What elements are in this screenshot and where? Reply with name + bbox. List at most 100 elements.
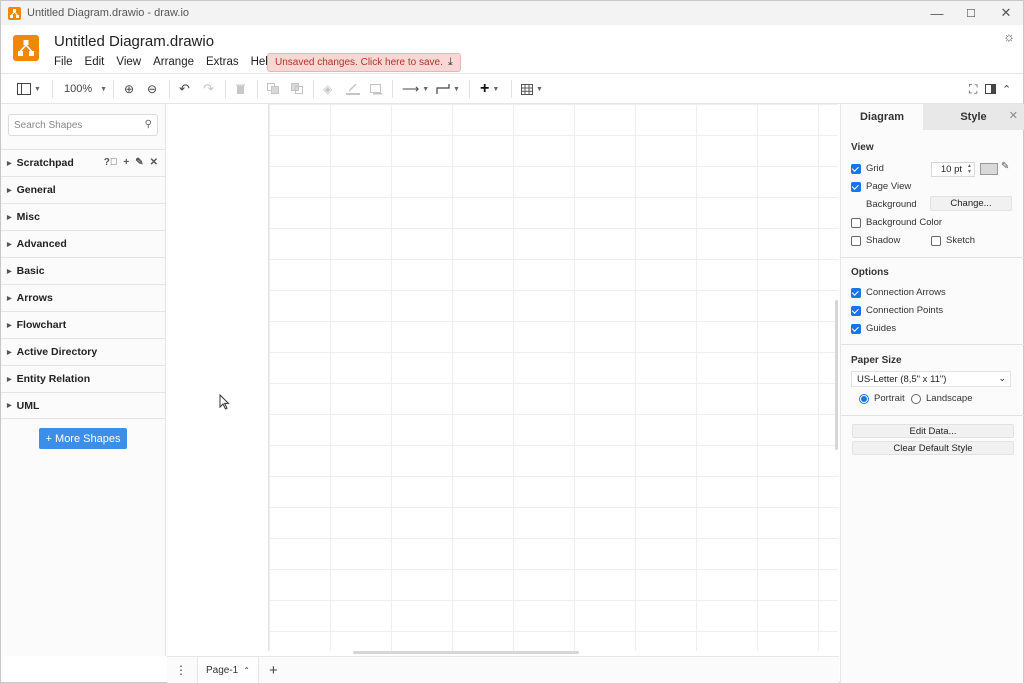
window-title: Untitled Diagram.drawio - draw.io <box>27 7 190 19</box>
format-panel-toggle[interactable]: ▼ <box>17 80 41 98</box>
to-back-icon[interactable] <box>291 80 304 98</box>
library-label: Basic <box>16 265 45 277</box>
zoom-in-icon[interactable]: ⊕ <box>124 80 134 98</box>
eyedropper-icon[interactable]: ✎ <box>1001 161 1009 172</box>
more-shapes-button[interactable]: + More Shapes <box>39 428 127 449</box>
help-icon[interactable]: ?⃝ <box>104 157 118 168</box>
page-view-label: Page View <box>866 181 912 192</box>
to-front-icon[interactable] <box>267 80 280 98</box>
connection-arrow-dropdown[interactable]: ⟶ ▼ <box>402 80 429 98</box>
redo-icon[interactable]: ↷ <box>203 80 214 98</box>
unsaved-changes-button[interactable]: Unsaved changes. Click here to save. ⤓ <box>267 53 461 72</box>
document-title[interactable]: Untitled Diagram.drawio <box>54 33 214 50</box>
guides-row[interactable]: Guides <box>851 323 896 334</box>
expand-arrow-icon: ▶ <box>7 160 12 167</box>
grid-size-input[interactable]: 10 pt ▲ ▼ <box>931 162 975 177</box>
add-icon[interactable]: + <box>123 157 129 168</box>
library-uml[interactable]: ▶ UML <box>1 392 166 419</box>
horizontal-scrollbar[interactable] <box>353 651 579 654</box>
waypoint-icon <box>436 84 450 94</box>
zoom-out-icon[interactable]: ⊖ <box>147 80 157 98</box>
guides-checkbox[interactable] <box>851 323 861 334</box>
insert-dropdown[interactable]: + ▼ <box>480 80 499 98</box>
delete-icon[interactable] <box>235 80 246 98</box>
shadow-checkbox[interactable] <box>851 235 861 246</box>
shadow-icon[interactable] <box>370 80 383 98</box>
library-flowchart[interactable]: ▶ Flowchart <box>1 311 166 338</box>
page-view-checkbox[interactable] <box>851 181 861 192</box>
edit-data-button[interactable]: Edit Data... <box>852 424 1014 438</box>
paper-size-select[interactable]: US-Letter (8,5" x 11") ⌄ <box>851 371 1011 387</box>
library-general[interactable]: ▶ General <box>1 176 166 203</box>
shadow-row[interactable]: Shadow <box>851 235 900 246</box>
portrait-row[interactable]: Portrait <box>859 393 905 404</box>
connection-points-checkbox[interactable] <box>851 305 861 316</box>
line-color-icon[interactable] <box>346 80 360 98</box>
grid-checkbox[interactable] <box>851 163 861 174</box>
edit-pencil-icon[interactable]: ✎ <box>135 157 143 168</box>
sketch-row[interactable]: Sketch <box>931 235 975 246</box>
connection-points-row[interactable]: Connection Points <box>851 305 943 316</box>
search-placeholder: Search Shapes <box>14 119 83 131</box>
page-grid[interactable] <box>268 104 838 651</box>
theme-toggle-icon[interactable]: ☼ <box>1003 29 1015 44</box>
library-advanced[interactable]: ▶ Advanced <box>1 230 166 257</box>
page-tab[interactable]: Page-1 ⌃ <box>197 657 259 683</box>
library-label: Scratchpad <box>16 157 74 169</box>
panel-layout-icon <box>17 83 31 95</box>
tab-style[interactable]: Style ✕ <box>923 104 1024 130</box>
library-arrows[interactable]: ▶ Arrows <box>1 284 166 311</box>
connection-arrows-label: Connection Arrows <box>866 287 946 298</box>
shadow-label: Shadow <box>866 235 901 246</box>
fullscreen-icon[interactable]: ⛶ <box>969 80 977 98</box>
library-misc[interactable]: ▶ Misc <box>1 203 166 230</box>
library-basic[interactable]: ▶ Basic <box>1 257 166 284</box>
grid-color-swatch[interactable] <box>980 163 998 175</box>
grid-checkbox-row[interactable]: Grid <box>851 163 884 174</box>
menu-arrange[interactable]: Arrange <box>153 56 194 68</box>
background-color-row[interactable]: Background Color <box>851 217 942 228</box>
menu-view[interactable]: View <box>116 56 141 68</box>
background-color-checkbox[interactable] <box>851 217 861 228</box>
connection-arrows-row[interactable]: Connection Arrows <box>851 287 946 298</box>
search-shapes-input[interactable]: Search Shapes ⚲ <box>8 114 158 136</box>
collapse-chevron-icon[interactable]: ⌃ <box>1002 80 1011 98</box>
sketch-checkbox[interactable] <box>931 235 941 246</box>
minimize-button[interactable]: — <box>920 1 954 25</box>
close-panel-icon[interactable]: ✕ <box>1009 109 1018 122</box>
landscape-radio[interactable] <box>911 393 921 404</box>
spinner-icon[interactable]: ▲ ▼ <box>967 163 972 175</box>
connection-arrows-checkbox[interactable] <box>851 287 861 298</box>
menu-extras[interactable]: Extras <box>206 56 239 68</box>
toggle-format-icon[interactable] <box>985 80 996 98</box>
diagram-canvas[interactable] <box>167 104 839 656</box>
table-dropdown[interactable]: ▼ <box>521 80 543 98</box>
menu-edit[interactable]: Edit <box>85 56 105 68</box>
change-background-button[interactable]: Change... <box>930 196 1012 211</box>
table-icon <box>521 83 533 95</box>
close-window-button[interactable]: ✕ <box>989 1 1023 25</box>
expand-arrow-icon: ▶ <box>7 187 12 194</box>
landscape-row[interactable]: Landscape <box>911 393 972 404</box>
clear-default-style-button[interactable]: Clear Default Style <box>852 441 1014 455</box>
library-active-directory[interactable]: ▶ Active Directory <box>1 338 166 365</box>
portrait-radio[interactable] <box>859 393 869 404</box>
pages-menu-icon[interactable]: ⋮ <box>175 663 187 677</box>
menu-file[interactable]: File <box>54 56 73 68</box>
plus-icon: + <box>480 80 490 97</box>
waypoints-dropdown[interactable]: ▼ <box>436 80 460 98</box>
maximize-button[interactable]: ☐ <box>954 1 988 25</box>
vertical-scrollbar[interactable] <box>835 300 838 450</box>
close-icon[interactable]: ✕ <box>150 157 158 168</box>
connection-points-label: Connection Points <box>866 305 944 316</box>
tab-diagram[interactable]: Diagram <box>841 104 923 130</box>
undo-icon[interactable]: ↶ <box>179 80 190 98</box>
add-page-icon[interactable]: + <box>269 662 278 679</box>
page-view-row[interactable]: Page View <box>851 181 911 192</box>
chevron-up-icon[interactable]: ⌃ <box>243 666 250 675</box>
search-icon[interactable]: ⚲ <box>145 119 152 130</box>
fill-color-icon[interactable]: ◈ <box>323 80 332 98</box>
library-entity-relation[interactable]: ▶ Entity Relation <box>1 365 166 392</box>
library-scratchpad[interactable]: ▶ Scratchpad ?⃝ + ✎ ✕ <box>1 149 166 176</box>
zoom-dropdown[interactable]: 100% ▼ <box>64 80 107 98</box>
